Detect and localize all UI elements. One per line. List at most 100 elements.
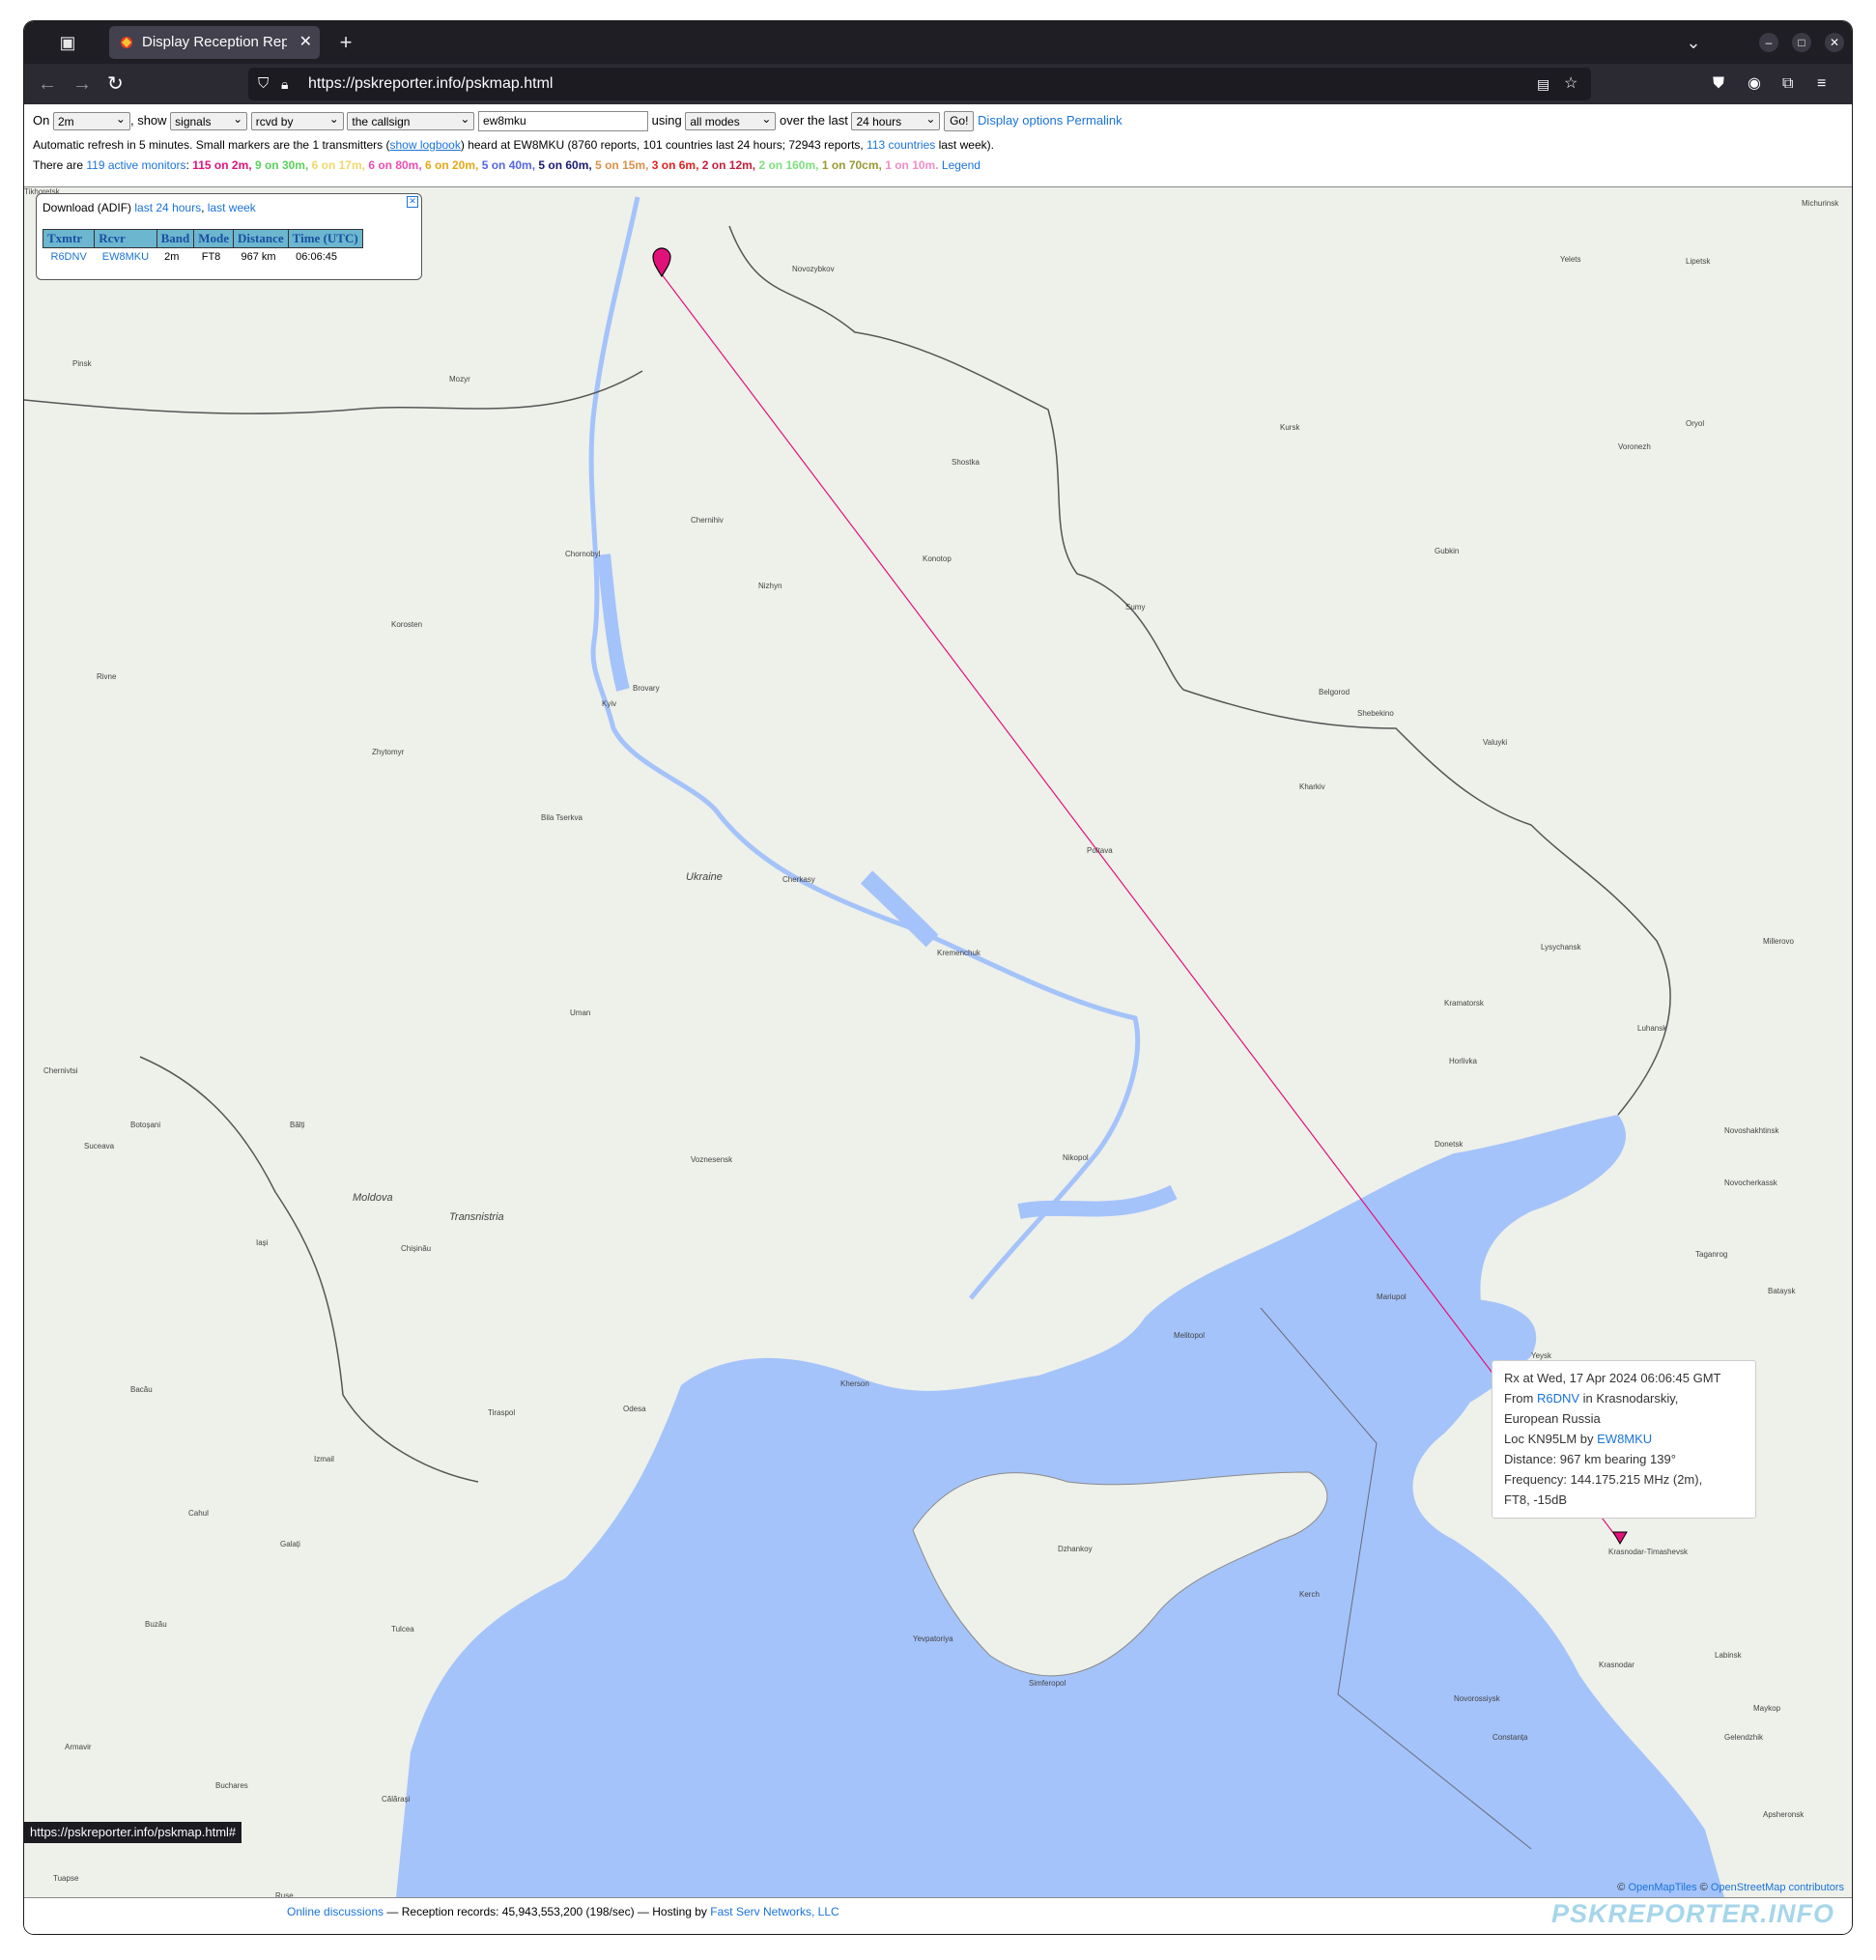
direction-select[interactable]: rcvd by xyxy=(250,110,344,131)
countries-link[interactable]: 113 countries xyxy=(867,138,935,152)
bookmark-star-icon[interactable]: ☆ xyxy=(1564,68,1578,100)
table-header[interactable]: Time (UTC) xyxy=(287,229,363,248)
site-logo: PSKREPORTER.INFO xyxy=(1550,1899,1834,1928)
osm-link[interactable]: OpenStreetMap contributors xyxy=(1711,1882,1844,1893)
transmitter-marker[interactable] xyxy=(1612,1531,1628,1545)
tab-close-icon[interactable]: ✕ xyxy=(299,26,312,59)
popup-rx-call-link[interactable]: EW8MKU xyxy=(1597,1432,1652,1446)
map-place-label: Bacău xyxy=(130,1385,153,1394)
table-cell: FT8 xyxy=(193,247,234,266)
map-place-label: Horlivka xyxy=(1449,1057,1477,1065)
active-monitors-link[interactable]: 119 active monitors xyxy=(86,158,185,172)
popup-rx-time: Rx at Wed, 17 Apr 2024 06:06:45 GMT xyxy=(1504,1371,1721,1385)
band-count: 5 on 60m, xyxy=(538,158,596,172)
table-cell: 2m xyxy=(156,247,194,266)
map-place-label: Shostka xyxy=(952,458,980,467)
table-header[interactable]: Distance xyxy=(233,229,289,248)
map-place-label: Chernivtsi xyxy=(43,1066,78,1075)
callsign-input[interactable]: ew8mku xyxy=(478,111,649,132)
close-window-icon[interactable]: ✕ xyxy=(1825,33,1844,52)
table-cell[interactable]: EW8MKU xyxy=(94,247,157,266)
table-cell: 06:06:45 xyxy=(288,247,363,266)
minimize-icon[interactable]: – xyxy=(1759,33,1778,52)
map-place-label: Kherson xyxy=(840,1379,869,1388)
moldova-border xyxy=(139,1056,479,1483)
table-cell[interactable]: R6DNV xyxy=(43,247,95,266)
period-select[interactable]: 24 hours xyxy=(851,110,941,131)
popup-mode: FT8, -15dB xyxy=(1504,1492,1568,1507)
popup-loc: Loc KN95LM by EW8MKU xyxy=(1504,1432,1653,1446)
show-select[interactable]: signals xyxy=(170,110,248,131)
map-place-label: Oryol xyxy=(1686,419,1705,428)
map-place-label: Kremenchuk xyxy=(937,949,981,957)
popup-tx-call-link[interactable]: R6DNV xyxy=(1537,1391,1579,1406)
account-icon[interactable]: ◉ xyxy=(1748,64,1761,104)
map-place-label: Chornobyl xyxy=(565,550,601,558)
table-header[interactable]: Mode xyxy=(193,229,234,248)
download-week-link[interactable]: last week xyxy=(208,201,256,214)
popup-distance: Distance: 967 km bearing 139° xyxy=(1504,1452,1676,1466)
lock-icon[interactable]: 🔒︎ xyxy=(281,68,288,100)
display-options-link[interactable]: Display options xyxy=(978,113,1063,128)
table-header[interactable]: Txmtr xyxy=(42,229,96,248)
show-logbook-link[interactable]: show logbook xyxy=(389,138,460,152)
band-count: 5 on 15m, xyxy=(595,158,652,172)
map-place-label: Konotop xyxy=(923,554,952,563)
map-place-label: Mozyr xyxy=(449,375,470,383)
band-count: 6 on 20m, xyxy=(425,158,482,172)
target-type-select[interactable]: the callsign xyxy=(347,110,475,131)
back-icon[interactable]: ← xyxy=(38,64,57,104)
footer-text: Online discussions — Reception records: … xyxy=(287,1905,839,1918)
map-place-label: Cherkasy xyxy=(782,875,815,884)
map-place-label: Armavir xyxy=(65,1743,92,1751)
map-place-label: Moldova xyxy=(353,1192,393,1204)
mode-select[interactable]: all modes xyxy=(685,110,777,131)
band-count: 5 on 40m, xyxy=(481,158,539,172)
legend-link[interactable]: Legend xyxy=(942,158,981,172)
reload-icon[interactable]: ↻ xyxy=(107,64,124,104)
shield-icon[interactable]: ⛉ xyxy=(258,68,269,100)
go-button[interactable]: Go! xyxy=(944,111,975,132)
openmaptiles-link[interactable]: OpenMapTiles xyxy=(1628,1882,1696,1893)
table-cell: 967 km xyxy=(233,247,289,266)
forward-icon[interactable]: → xyxy=(72,64,92,104)
map-place-label: Kursk xyxy=(1280,423,1300,432)
url-bar[interactable]: ⛉ 🔒︎ https://pskreporter.info/pskmap.htm… xyxy=(248,68,1591,100)
map-place-label: Voronezh xyxy=(1618,442,1651,451)
close-panel-icon[interactable]: ✕ xyxy=(407,196,418,208)
map-place-label: Buchares xyxy=(215,1781,248,1790)
map-place-label: Dzhankoy xyxy=(1058,1545,1093,1553)
table-row: R6DNV EW8MKU 2m FT8 967 km 06:06:45 xyxy=(43,247,363,266)
list-tabs-icon[interactable]: ⌄ xyxy=(1682,21,1705,64)
map-area[interactable]: Novozybkov Yelets Lipetsk Michurinsk Pinsk Mo… xyxy=(24,186,1852,1898)
menu-icon[interactable]: ≡ xyxy=(1817,64,1826,104)
url-text[interactable]: https://pskreporter.info/pskmap.html xyxy=(308,68,553,100)
maximize-icon[interactable]: □ xyxy=(1792,33,1811,52)
map-place-label: Kramatorsk xyxy=(1444,999,1484,1008)
refresh-text: Automatic refresh in 5 minutes. Small ma… xyxy=(33,138,390,152)
band-count: 2 on 12m, xyxy=(701,158,759,172)
map-place-label: Gelendzhik xyxy=(1724,1733,1764,1742)
new-tab-icon[interactable]: + xyxy=(331,21,360,64)
band-count: 1 on 70cm, xyxy=(821,158,886,172)
download-24h-link[interactable]: last 24 hours xyxy=(134,201,201,214)
map-place-label: Labinsk xyxy=(1715,1651,1742,1660)
table-header[interactable]: Band xyxy=(156,229,195,248)
table-header[interactable]: Rcvr xyxy=(94,229,157,248)
pocket-icon[interactable]: ⛊ xyxy=(1713,64,1724,104)
receiver-marker[interactable] xyxy=(652,247,671,278)
tab-active[interactable]: Display Reception Repor ✕ xyxy=(109,26,320,59)
online-discussions-link[interactable]: Online discussions xyxy=(287,1905,384,1918)
extensions-icon[interactable]: ⧉ xyxy=(1782,64,1793,104)
band-select[interactable]: 2m xyxy=(52,110,130,131)
map-place-label: Mariupol xyxy=(1377,1292,1407,1301)
hosting-link[interactable]: Fast Serv Networks, LLC xyxy=(710,1905,839,1918)
map-place-label: Korosten xyxy=(391,620,423,629)
reader-view-icon[interactable]: ▤ xyxy=(1537,68,1549,100)
navigation-bar: ← → ↻ ⛉ 🔒︎ https://pskreporter.info/pskm… xyxy=(24,64,1852,104)
permalink-link[interactable]: Permalink xyxy=(1066,113,1123,128)
map-place-label: Krasnodar-Timashevsk xyxy=(1608,1548,1688,1556)
map-place-label: Millerovo xyxy=(1763,937,1795,946)
tab-overview-icon[interactable]: ▣ xyxy=(53,21,82,64)
map-place-label: Bila Tserkva xyxy=(541,813,583,822)
